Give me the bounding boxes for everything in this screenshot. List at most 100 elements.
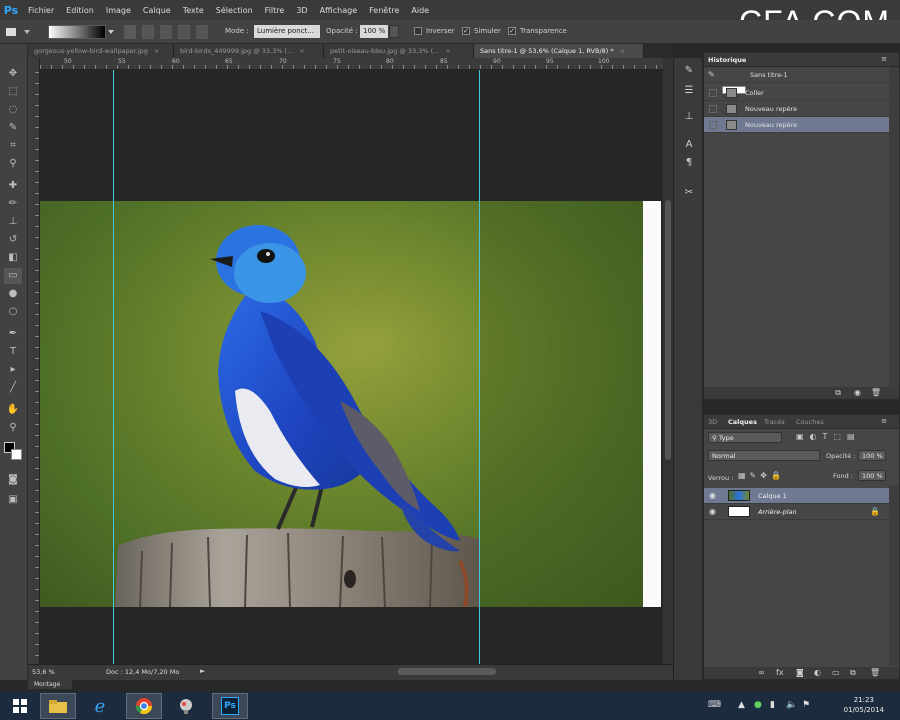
gradient-picker[interactable] (48, 25, 106, 39)
menu-aide[interactable]: Aide (405, 6, 435, 15)
menu-filtre[interactable]: Filtre (259, 6, 291, 15)
taskbar-clock[interactable]: 21:23 01/05/2014 (844, 695, 884, 715)
photoshop-taskbar-icon[interactable]: Ps (212, 693, 248, 719)
network-icon[interactable]: ▮ (770, 700, 775, 710)
gradient-tool-preset[interactable] (4, 25, 34, 39)
fill-input[interactable]: 100 % (858, 470, 886, 481)
simulate-checkbox[interactable]: ✓ (462, 27, 470, 35)
background-color-swatch[interactable] (11, 449, 22, 460)
line-tool-icon[interactable]: ╱ (4, 380, 22, 396)
healing-brush-tool-icon[interactable]: ✚ (4, 178, 22, 194)
radial-gradient-button[interactable] (142, 25, 154, 39)
tools-options-icon[interactable]: ✂ (682, 186, 696, 200)
angle-gradient-button[interactable] (160, 25, 172, 39)
tab-petit-oiseau-bleu[interactable]: petit-oiseau-bleu.jpg @ 33,3% (... × (324, 44, 474, 58)
new-layer-icon[interactable]: ⧉ (850, 668, 856, 678)
tab-gorgeous-yellow-bird[interactable]: gorgeous-yellow-bird-wallpaper.jpg × (28, 44, 174, 58)
menu-calque[interactable]: Calque (137, 6, 177, 15)
adjustment-layer-icon[interactable]: ◐ (814, 668, 821, 677)
history-checkbox[interactable] (709, 89, 717, 97)
tab-bird-birds[interactable]: bird-birds_449999.jpg @ 33,3% (... × (174, 44, 324, 58)
close-icon[interactable]: × (154, 47, 159, 55)
app-icon[interactable] (168, 693, 204, 719)
history-checkbox[interactable] (709, 105, 717, 113)
lock-icons[interactable]: ▦✎✥🔒 (738, 471, 785, 480)
bird-photo-layer[interactable] (40, 201, 643, 607)
tab-calques[interactable]: Calques (728, 418, 757, 426)
tab-historique[interactable]: Historique (708, 56, 746, 64)
linear-gradient-button[interactable] (124, 25, 136, 39)
close-icon[interactable]: × (445, 47, 450, 55)
layer-row-arriere-plan[interactable]: ◉ Arrière-plan 🔒 (704, 504, 890, 520)
internet-explorer-icon[interactable]: e (82, 693, 118, 719)
guide-line-left[interactable] (113, 70, 114, 664)
blend-mode-select[interactable]: Normal (708, 450, 820, 461)
history-snapshot-row[interactable]: ✎ Sans titre-1 (704, 67, 890, 94)
gradient-picker-chevron-icon[interactable] (108, 30, 114, 34)
tab-couches[interactable]: Couches (796, 418, 824, 426)
horizontal-scrollbar-thumb[interactable] (398, 668, 496, 675)
crop-tool-icon[interactable]: ⌗ (4, 138, 22, 154)
zoom-level[interactable]: 53,6 % (32, 668, 55, 676)
file-explorer-icon[interactable] (40, 693, 76, 719)
history-item-selected[interactable]: Nouveau repère (704, 117, 890, 133)
opacity-input[interactable]: 100 % (360, 25, 388, 38)
pen-tool-icon[interactable]: ✒ (4, 326, 22, 342)
volume-icon[interactable]: 🔈 (786, 700, 797, 710)
eyedropper-tool-icon[interactable]: ⚲ (4, 156, 22, 172)
menu-fenetre[interactable]: Fenêtre (363, 6, 405, 15)
panel-menu-icon[interactable]: ≡ (881, 417, 887, 425)
layer-mask-icon[interactable]: ◙ (796, 668, 804, 677)
transparency-checkbox[interactable]: ✓ (508, 27, 516, 35)
menu-selection[interactable]: Sélection (210, 6, 259, 15)
blur-tool-icon[interactable]: ● (4, 286, 22, 302)
layers-scrollbar[interactable] (889, 485, 899, 665)
brush-tool-icon[interactable]: ✏ (4, 196, 22, 212)
history-scrollbar[interactable] (889, 67, 899, 387)
workspace-tab[interactable]: Montage (28, 680, 72, 689)
history-item[interactable]: Nouveau repère (704, 101, 890, 117)
history-checkbox[interactable] (709, 121, 717, 129)
layer-filter-icons[interactable]: ▣◐T⬚▤ (796, 432, 886, 444)
trash-icon[interactable]: 🗑 (871, 388, 881, 397)
mode-select[interactable]: Lumière ponct... (254, 25, 320, 38)
history-brush-source-icon[interactable]: ✎ (708, 70, 715, 79)
brush-presets-icon[interactable]: ✎ (682, 64, 696, 78)
close-icon[interactable]: × (620, 47, 625, 55)
vertical-ruler[interactable] (28, 58, 40, 664)
eye-icon[interactable]: ◉ (709, 491, 716, 500)
eye-icon[interactable]: ◉ (709, 507, 716, 516)
type-tool-icon[interactable]: T (4, 344, 22, 360)
diamond-gradient-button[interactable] (196, 25, 208, 39)
canvas-area[interactable] (40, 70, 663, 664)
move-tool-icon[interactable]: ✥ (4, 66, 22, 82)
clone-source-icon[interactable]: ⊥ (682, 110, 696, 124)
reflected-gradient-button[interactable] (178, 25, 190, 39)
tab-3d[interactable]: 3D (708, 418, 717, 426)
layer-filter-select[interactable]: ⚲ Type (708, 432, 782, 443)
action-center-icon[interactable]: ⚑ (802, 700, 810, 710)
lasso-tool-icon[interactable]: ◌ (4, 102, 22, 118)
invert-checkbox[interactable] (414, 27, 422, 35)
opacity-dropdown-button[interactable] (389, 25, 399, 38)
vertical-scrollbar-thumb[interactable] (665, 200, 671, 460)
new-document-from-state-icon[interactable]: ⧉ (835, 388, 841, 398)
screen-mode-icon[interactable]: ▣ (4, 492, 22, 508)
marquee-tool-icon[interactable]: ⬚ (4, 84, 22, 100)
history-brush-tool-icon[interactable]: ↺ (4, 232, 22, 248)
tray-expand-icon[interactable]: ▲ (738, 700, 745, 710)
layer-opacity-input[interactable]: 100 % (858, 450, 886, 461)
windows-start-icon[interactable] (2, 693, 38, 719)
history-item[interactable]: Coller (704, 85, 890, 101)
tab-sans-titre-1[interactable]: Sans titre-1 @ 53,6% (Calque 1, RVB/8) *… (474, 44, 644, 58)
path-selection-tool-icon[interactable]: ▸ (4, 362, 22, 378)
horizontal-ruler[interactable]: 50 55 60 65 70 75 80 85 90 95 100 (40, 58, 663, 70)
adjustments-icon[interactable]: ☰ (682, 84, 696, 98)
panel-menu-icon[interactable]: ≡ (881, 55, 887, 63)
clone-stamp-tool-icon[interactable]: ⊥ (4, 214, 22, 230)
menu-edition[interactable]: Edition (60, 6, 100, 15)
paragraph-icon[interactable]: ¶ (682, 156, 696, 170)
menu-affichage[interactable]: Affichage (314, 6, 364, 15)
layer-row-calque-1[interactable]: ◉ Calque 1 (704, 488, 890, 504)
menu-3d[interactable]: 3D (290, 6, 313, 15)
